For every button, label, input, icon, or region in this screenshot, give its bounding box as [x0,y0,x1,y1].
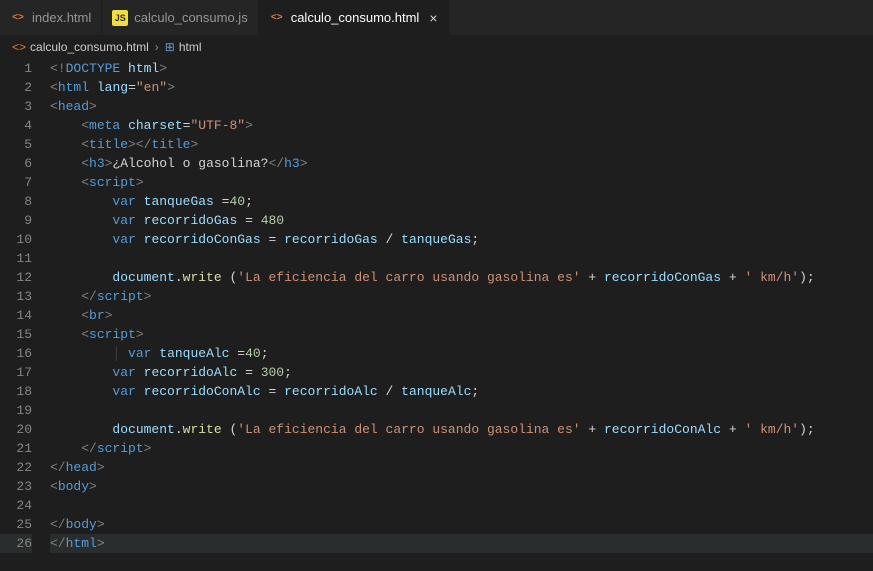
code-line[interactable]: <script> [50,173,873,192]
breadcrumb-symbol: html [179,40,202,54]
line-number: 23 [0,477,32,496]
code-line[interactable]: </head> [50,458,873,477]
code-line[interactable]: var recorridoGas = 480 [50,211,873,230]
html-file-icon: <> [10,10,26,26]
line-number: 2 [0,78,32,97]
code-line[interactable]: document.write ('La eficiencia del carro… [50,268,873,287]
html-file-icon: <> [269,10,285,26]
code-line[interactable]: <h3>¿Alcohol o gasolina?</h3> [50,154,873,173]
line-number: 17 [0,363,32,382]
line-number: 24 [0,496,32,515]
code-line[interactable]: var recorridoConGas = recorridoGas / tan… [50,230,873,249]
code-line[interactable]: <!DOCTYPE html> [50,59,873,78]
tab-bar: <> index.html JS calculo_consumo.js <> calcul… [0,0,873,35]
line-number: 4 [0,116,32,135]
line-number: 14 [0,306,32,325]
code-line[interactable]: <title></title> [50,135,873,154]
code-line[interactable] [50,401,873,420]
js-file-icon: JS [112,10,128,26]
tab-calculo_consumo-js[interactable]: JS calculo_consumo.js [102,0,258,35]
line-number: 12 [0,268,32,287]
line-number: 8 [0,192,32,211]
breadcrumb[interactable]: <> calculo_consumo.html › ⊞ html [0,35,873,59]
close-icon[interactable]: × [429,10,437,26]
code-line[interactable]: var recorridoConAlc = recorridoAlc / tan… [50,382,873,401]
code-line[interactable]: var tanqueGas =40; [50,192,873,211]
line-number: 20 [0,420,32,439]
code-line[interactable]: document.write ('La eficiencia del carro… [50,420,873,439]
line-number: 7 [0,173,32,192]
line-gutter: 1234567891011121314151617181920212223242… [0,59,50,571]
line-number: 19 [0,401,32,420]
tab-index-html[interactable]: <> index.html [0,0,102,35]
breadcrumb-file: calculo_consumo.html [30,40,149,54]
code-line[interactable]: <html lang="en"> [50,78,873,97]
code-line[interactable]: </script> [50,439,873,458]
line-number: 11 [0,249,32,268]
code-line[interactable]: var recorridoAlc = 300; [50,363,873,382]
tab-label: calculo_consumo.js [134,10,247,25]
line-number: 3 [0,97,32,116]
tab-calculo_consumo-html[interactable]: <> calculo_consumo.html × [259,0,449,35]
symbol-icon: ⊞ [165,40,175,54]
code-line[interactable]: <body> [50,477,873,496]
code-line[interactable]: <br> [50,306,873,325]
line-number: 1 [0,59,32,78]
code-line[interactable]: </body> [50,515,873,534]
line-number: 18 [0,382,32,401]
line-number: 25 [0,515,32,534]
line-number: 21 [0,439,32,458]
code-line[interactable]: <script> [50,325,873,344]
line-number: 15 [0,325,32,344]
line-number: 13 [0,287,32,306]
tab-label: index.html [32,10,91,25]
code-line[interactable] [50,496,873,515]
line-number: 5 [0,135,32,154]
code-area[interactable]: <!DOCTYPE html><html lang="en"><head> <m… [50,59,873,571]
code-line[interactable]: </script> [50,287,873,306]
tab-label: calculo_consumo.html [291,10,420,25]
line-number: 22 [0,458,32,477]
line-number: 26 [0,534,32,553]
line-number: 6 [0,154,32,173]
html-file-icon: <> [12,40,26,54]
code-line[interactable]: <head> [50,97,873,116]
line-number: 16 [0,344,32,363]
line-number: 10 [0,230,32,249]
line-number: 9 [0,211,32,230]
breadcrumb-separator: › [155,40,159,54]
code-line[interactable] [50,249,873,268]
code-line[interactable]: │ var tanqueAlc =40; [50,344,873,363]
editor[interactable]: 1234567891011121314151617181920212223242… [0,59,873,571]
code-line[interactable]: </html> [50,534,873,553]
code-line[interactable]: <meta charset="UTF-8"> [50,116,873,135]
